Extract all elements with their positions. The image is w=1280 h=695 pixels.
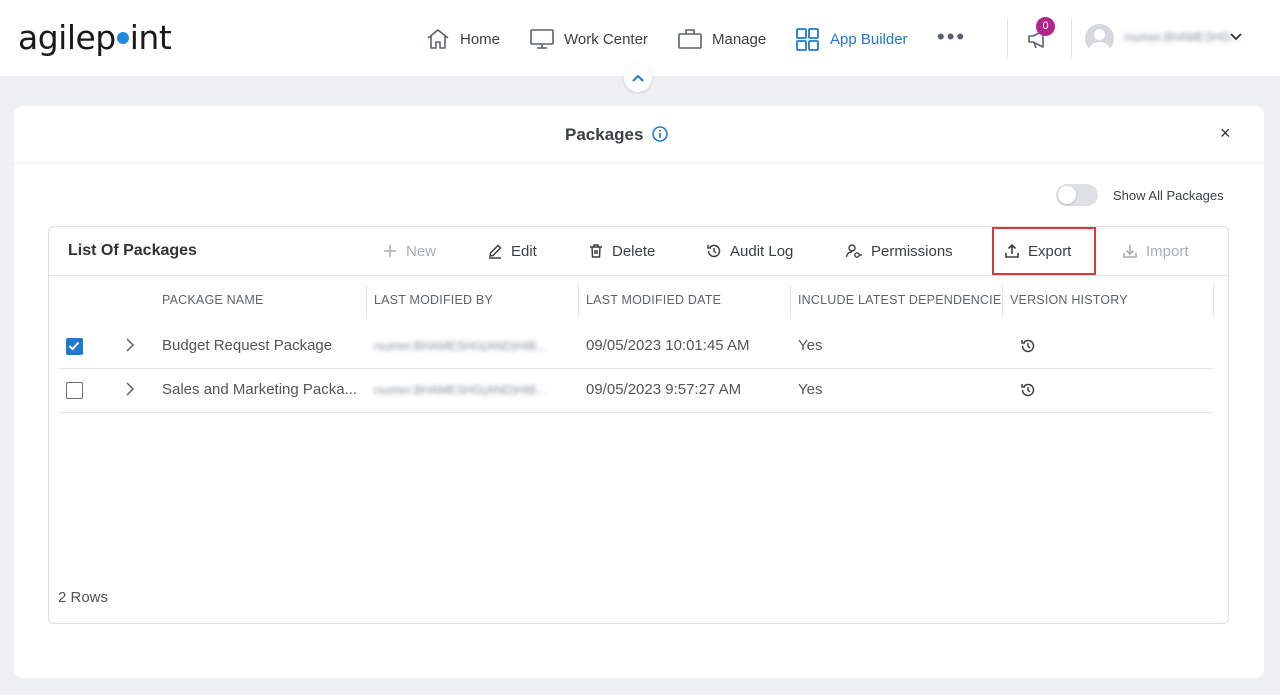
nav-home-label: Home — [460, 30, 501, 48]
row-checkbox[interactable] — [66, 382, 83, 399]
pencil-icon — [489, 244, 502, 259]
packages-list-panel: List Of Packages New Edit Delete Audit L… — [48, 226, 1229, 624]
plus-icon — [384, 245, 396, 257]
column-header-include-latest-dependencies[interactable]: INCLUDE LATEST DEPENDENCIES — [798, 293, 1003, 307]
panel-title: List Of Packages — [68, 242, 197, 259]
last-modified-by-cell: rsumer.BHAMESHG(AND)HIB... — [374, 339, 547, 353]
collapse-header-button[interactable] — [624, 64, 652, 92]
package-name-cell[interactable]: Budget Request Package — [162, 337, 332, 354]
chevron-right-icon[interactable] — [125, 381, 135, 397]
avatar[interactable] — [1085, 24, 1114, 53]
dialog-header: Packages × — [14, 106, 1264, 164]
table-row[interactable]: Sales and Marketing Packa... rsumer.BHAM… — [59, 369, 1213, 413]
notification-badge: 0 — [1036, 17, 1055, 36]
download-icon — [1123, 245, 1137, 258]
column-divider[interactable] — [578, 285, 579, 317]
import-button[interactable]: Import — [1122, 241, 1189, 261]
audit-log-button[interactable]: Audit Log — [706, 241, 793, 261]
delete-button[interactable]: Delete — [588, 241, 655, 261]
edit-button[interactable]: Edit — [487, 241, 537, 261]
username[interactable]: rsumer.BhAMESHG... — [1124, 30, 1241, 44]
column-header-last-modified-by[interactable]: LAST MODIFIED BY — [374, 293, 574, 307]
version-history-icon[interactable] — [1020, 338, 1036, 354]
column-header-last-modified-date[interactable]: LAST MODIFIED DATE — [586, 293, 786, 307]
monitor-icon — [530, 29, 554, 49]
close-button[interactable]: × — [1220, 123, 1231, 144]
agilepoint-logo[interactable]: agilep int — [18, 18, 172, 57]
export-button[interactable]: Export — [1004, 241, 1071, 261]
show-all-packages-toggle[interactable] — [1056, 184, 1098, 206]
row-count: 2 Rows — [58, 589, 109, 606]
panel-toolbar: List Of Packages New Edit Delete Audit L… — [49, 227, 1228, 276]
info-icon[interactable] — [652, 126, 668, 142]
more-menu-icon[interactable]: ••• — [937, 26, 966, 48]
last-modified-by-cell: rsumer.BHAMESHG(AND)HIB... — [374, 383, 547, 397]
nav-manage-label: Manage — [712, 30, 767, 48]
package-name-cell[interactable]: Sales and Marketing Packa... — [162, 381, 357, 398]
table-row[interactable]: Budget Request Package rsumer.BHAMESHG(A… — [59, 325, 1213, 369]
upload-icon — [1005, 243, 1019, 258]
chevron-down-icon[interactable] — [1229, 32, 1243, 42]
nav-work-center[interactable]: Work Center — [529, 24, 648, 54]
divider — [1071, 18, 1072, 58]
last-modified-date-cell: 09/05/2023 10:01:45 AM — [586, 337, 750, 354]
packages-dialog: Packages × Show All Packages List Of Pac… — [14, 106, 1264, 678]
permissions-button[interactable]: Permissions — [845, 241, 953, 261]
row-checkbox[interactable] — [66, 338, 83, 355]
home-icon — [427, 29, 449, 49]
chevron-up-icon — [632, 74, 644, 82]
nav-home[interactable]: Home — [425, 24, 500, 54]
chevron-right-icon[interactable] — [125, 337, 135, 353]
column-divider[interactable] — [790, 285, 791, 317]
version-history-icon[interactable] — [1020, 382, 1036, 398]
checkmark-icon — [68, 341, 80, 351]
history-icon — [707, 244, 721, 258]
column-divider[interactable] — [366, 285, 367, 317]
briefcase-icon — [678, 29, 702, 49]
last-modified-date-cell: 09/05/2023 9:57:27 AM — [586, 381, 742, 398]
dependencies-cell: Yes — [798, 337, 823, 354]
nav-manage[interactable]: Manage — [677, 24, 766, 54]
trash-icon — [590, 244, 602, 258]
dialog-title: Packages — [565, 125, 644, 144]
column-divider[interactable] — [1002, 285, 1003, 317]
user-key-icon — [845, 244, 862, 258]
new-button[interactable]: New — [382, 241, 436, 261]
dependencies-cell: Yes — [798, 381, 823, 398]
nav-work-center-label: Work Center — [564, 30, 648, 48]
column-header-package-name[interactable]: PACKAGE NAME — [162, 293, 362, 307]
column-header-version-history[interactable]: VERSION HISTORY — [1010, 293, 1210, 307]
divider — [1007, 18, 1008, 58]
show-all-packages-label: Show All Packages — [1113, 188, 1224, 203]
nav-app-builder[interactable]: App Builder — [795, 24, 908, 54]
nav-app-builder-label: App Builder — [830, 30, 908, 48]
grid-icon — [796, 28, 819, 51]
column-divider[interactable] — [1213, 285, 1214, 317]
